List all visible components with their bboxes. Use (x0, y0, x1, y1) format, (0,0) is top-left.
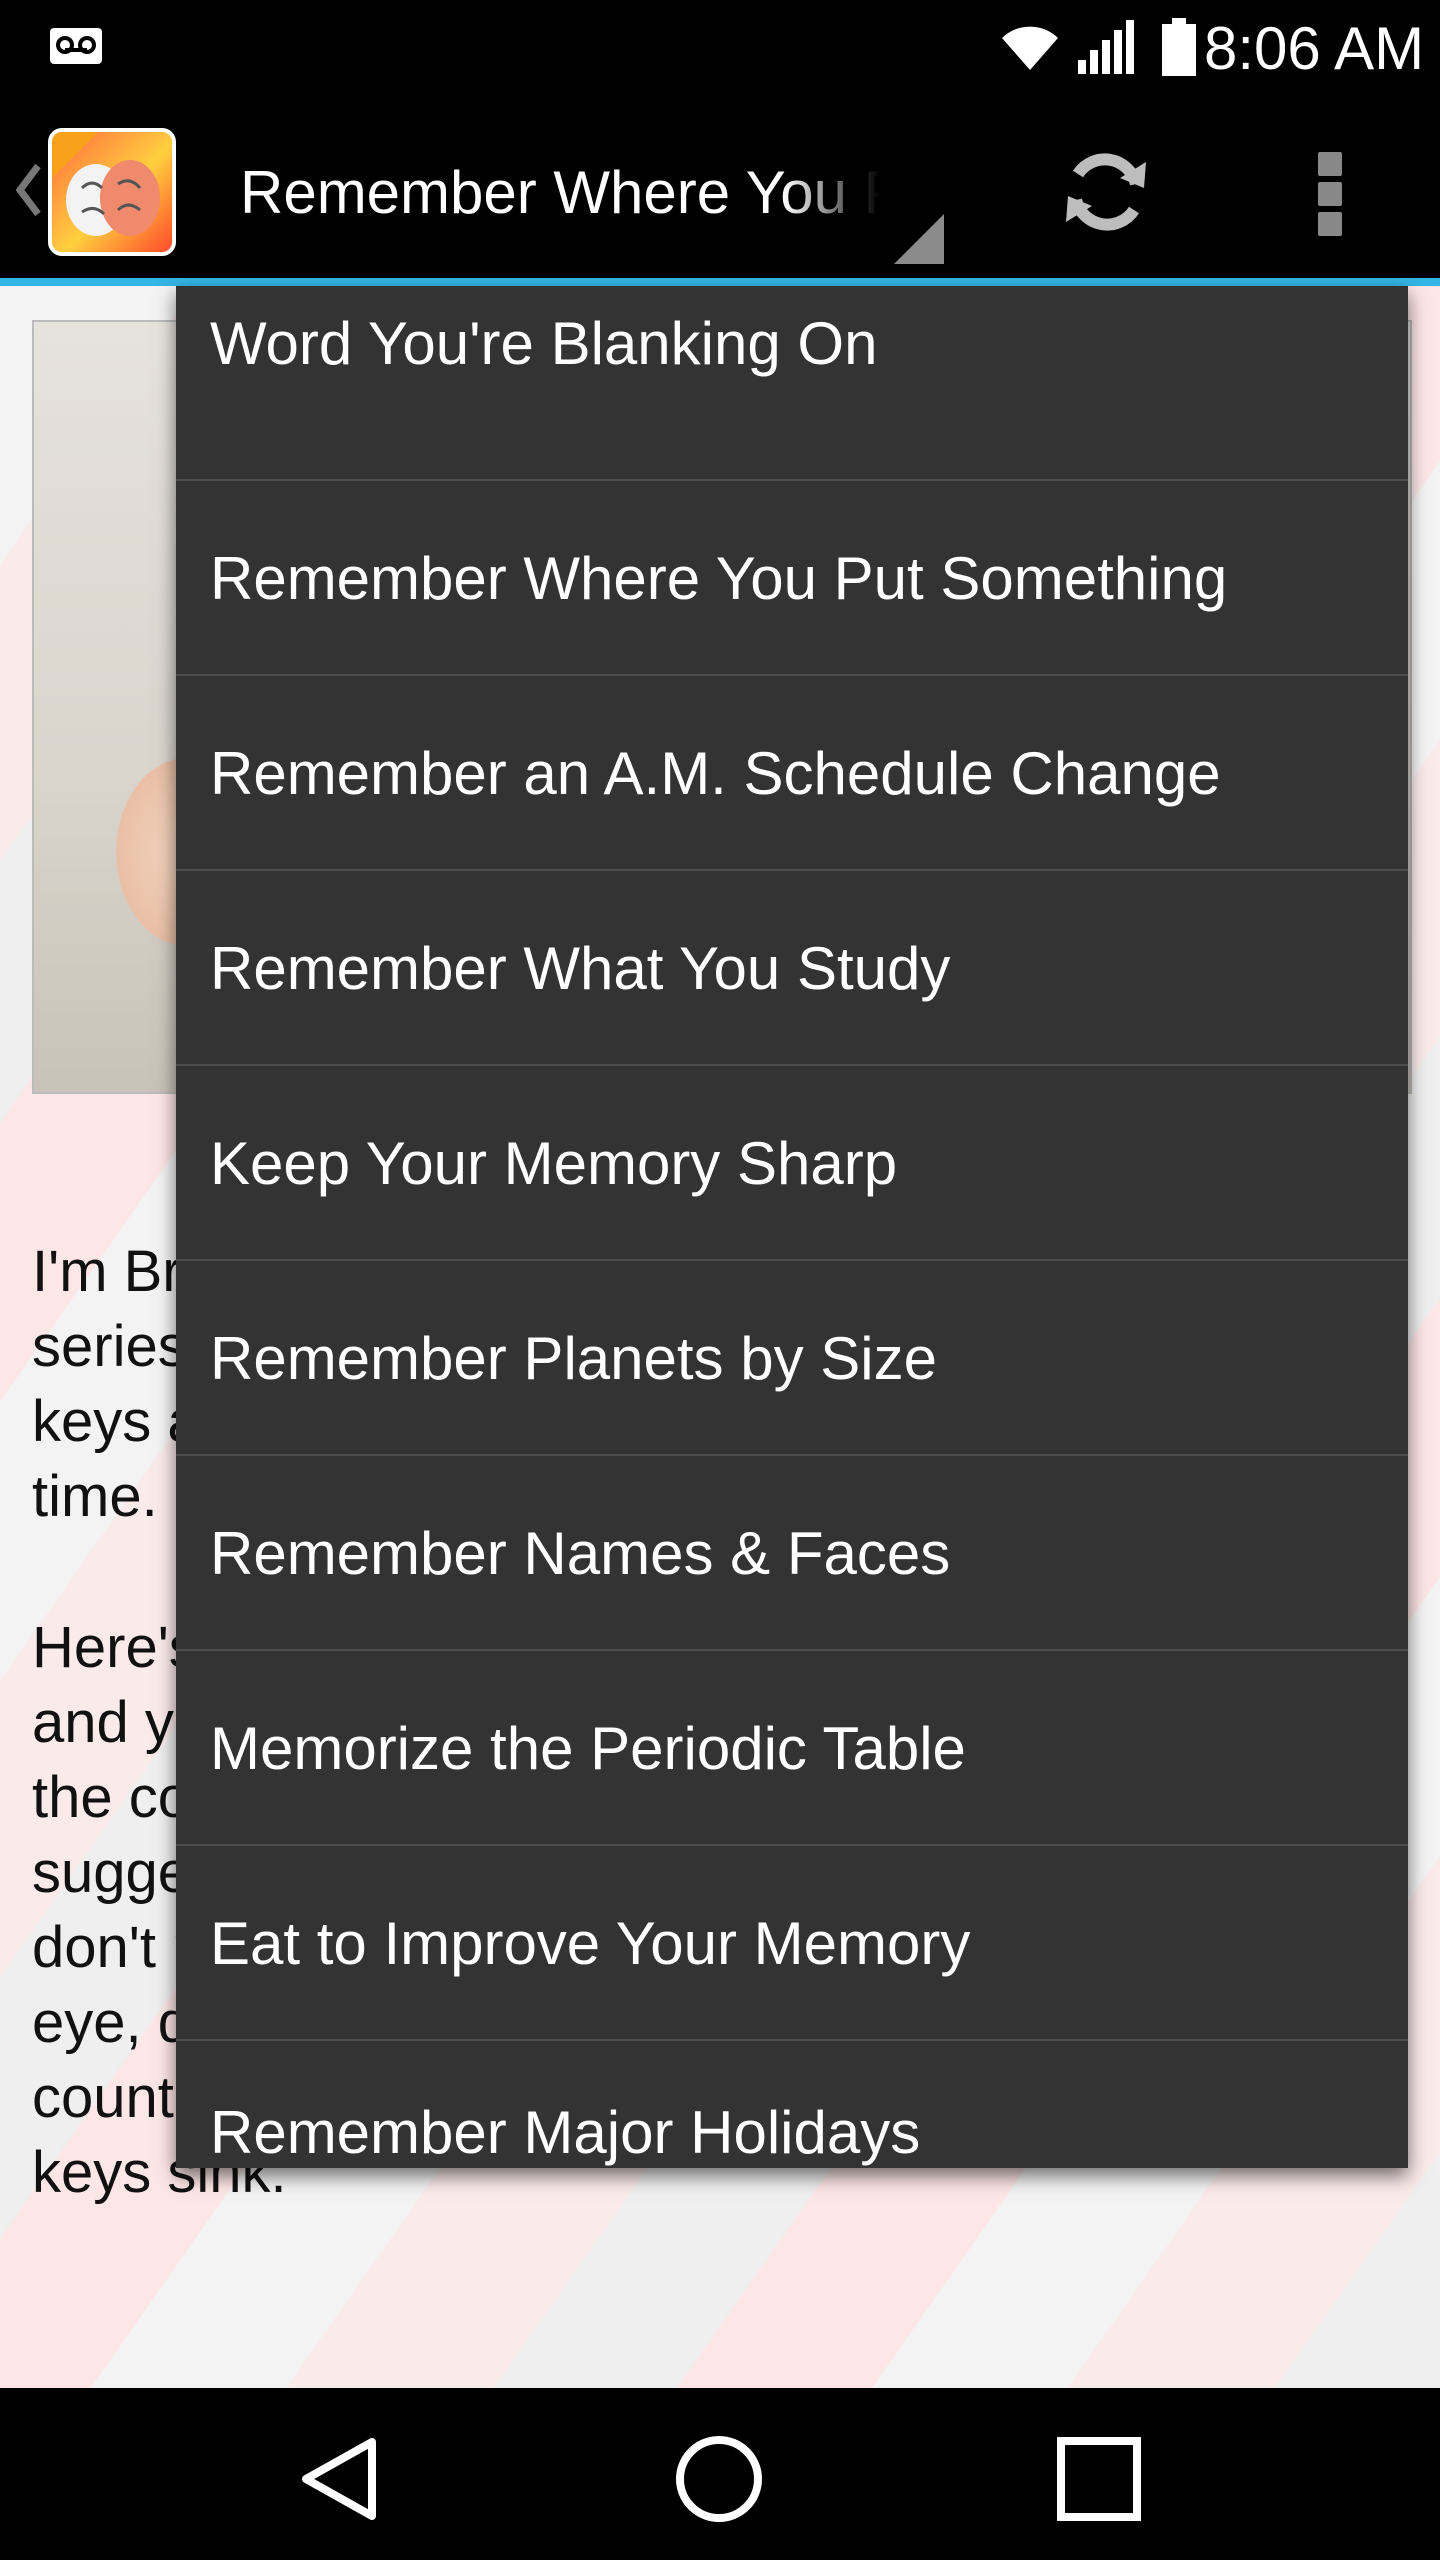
dropdown-item[interactable]: Remember Names & Faces (176, 1456, 1408, 1651)
title-spinner[interactable]: Remember Where You Put Something (240, 138, 944, 264)
dropdown-item-label: Eat to Improve Your Memory (210, 1910, 971, 1977)
title-dropdown-menu: Word You're Blanking On Remember Where Y… (176, 286, 1408, 2168)
up-chevron-icon[interactable] (14, 162, 42, 218)
recents-icon[interactable] (1056, 2436, 1142, 2522)
dropdown-item-label: Remember an A.M. Schedule Change (210, 740, 1221, 807)
dropdown-item[interactable]: Remember Where You Put Something (176, 481, 1408, 676)
spinner-indicator-icon (894, 214, 944, 264)
status-bar: 8:06 AM (0, 0, 1440, 98)
dropdown-item[interactable]: Remember an A.M. Schedule Change (176, 676, 1408, 871)
battery-icon (1162, 18, 1196, 76)
dropdown-item[interactable]: Word You're Blanking On (176, 286, 1408, 481)
brain-icon (52, 132, 160, 236)
navigation-bar (0, 2390, 1440, 2560)
dropdown-item[interactable]: Remember What You Study (176, 871, 1408, 1066)
app-logo[interactable] (48, 128, 176, 256)
home-icon[interactable] (674, 2434, 764, 2524)
dropdown-item[interactable]: Remember Planets by Size (176, 1261, 1408, 1456)
cell-signal-icon (1078, 20, 1134, 74)
dropdown-item[interactable]: Keep Your Memory Sharp (176, 1066, 1408, 1261)
dropdown-item[interactable]: Remember Major Holidays (176, 2041, 1408, 2168)
dropdown-item-label: Remember What You Study (210, 935, 951, 1002)
refresh-icon[interactable] (1058, 144, 1154, 240)
overflow-menu-icon[interactable] (1300, 148, 1360, 238)
page-title: Remember Where You Put Something (240, 160, 880, 226)
dropdown-item[interactable]: Memorize the Periodic Table (176, 1651, 1408, 1846)
dropdown-item-label: Memorize the Periodic Table (210, 1715, 966, 1782)
status-time: 8:06 AM (1204, 15, 1425, 82)
dropdown-item-label: Remember Planets by Size (210, 1325, 937, 1392)
dropdown-item-label: Remember Where You Put Something (210, 545, 1228, 612)
dropdown-item-label: Remember Names & Faces (210, 1520, 951, 1587)
dropdown-item[interactable]: Eat to Improve Your Memory (176, 1846, 1408, 2041)
dropdown-item-label: Remember Major Holidays (210, 2099, 921, 2166)
back-icon[interactable] (296, 2434, 386, 2524)
dropdown-item-label: Word You're Blanking On (210, 310, 878, 377)
dropdown-item-label: Keep Your Memory Sharp (210, 1130, 898, 1197)
voicemail-icon (50, 28, 102, 64)
wifi-icon (1002, 26, 1058, 70)
